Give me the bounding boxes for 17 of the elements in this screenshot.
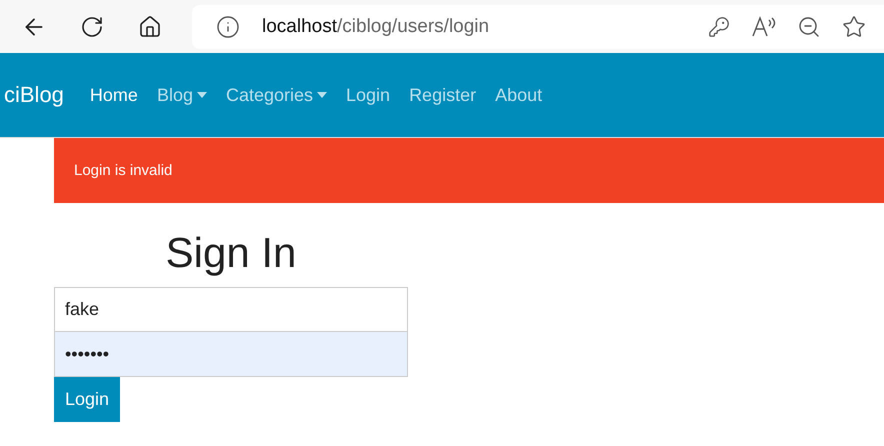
nav-link[interactable]: Home: [90, 84, 138, 106]
url-path: /ciblog/users/login: [337, 16, 490, 38]
refresh-icon[interactable]: [80, 14, 104, 38]
nav-link[interactable]: About: [495, 84, 542, 106]
nav-link[interactable]: Register: [409, 84, 476, 106]
login-button[interactable]: Login: [54, 377, 120, 422]
nav-link[interactable]: Login: [346, 84, 390, 106]
address-bar[interactable]: localhost/ciblog/users/login: [192, 4, 884, 48]
page-title: Sign In: [164, 228, 298, 278]
home-icon[interactable]: [138, 14, 162, 38]
nav-link[interactable]: Categories: [226, 84, 328, 106]
url-host: localhost: [262, 16, 337, 38]
username-field[interactable]: fake: [54, 287, 408, 332]
error-alert: Login is invalid: [54, 138, 884, 203]
password-field[interactable]: •••••••: [54, 332, 408, 377]
brand-logo[interactable]: ciBlog: [4, 82, 64, 108]
nav-link[interactable]: Blog: [156, 84, 207, 106]
